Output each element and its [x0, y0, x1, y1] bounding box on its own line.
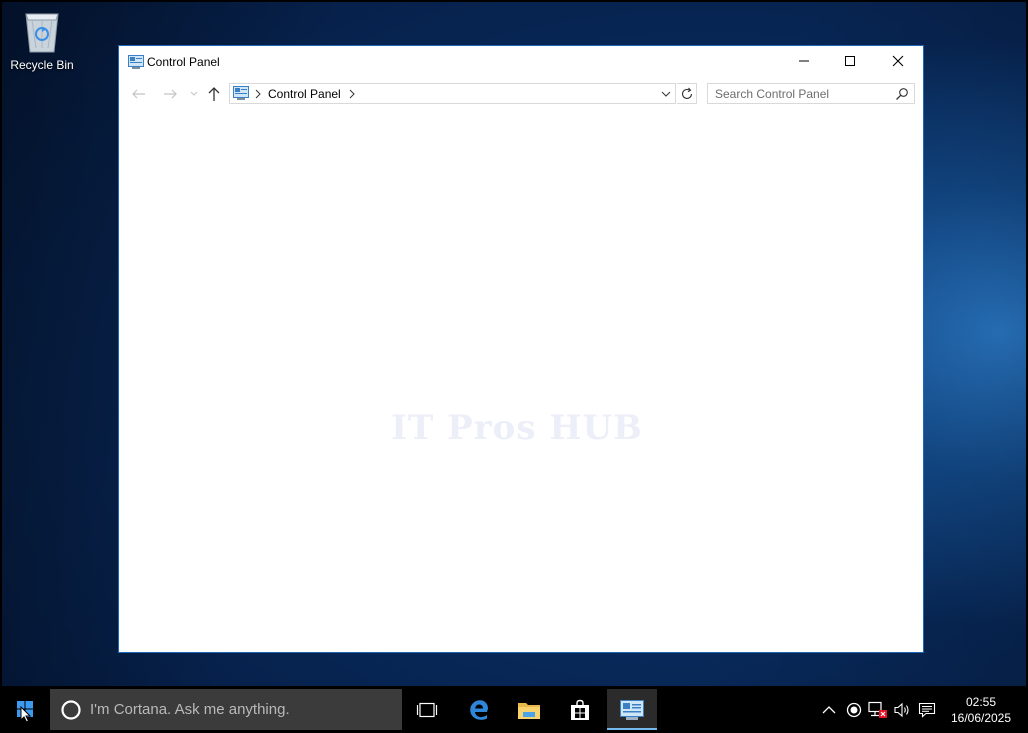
task-view-icon [416, 702, 438, 717]
network-tray-button[interactable] [866, 689, 890, 730]
up-arrow-icon [208, 87, 220, 101]
mouse-cursor-icon [20, 706, 31, 723]
recent-locations-button[interactable] [187, 83, 201, 105]
control-panel-icon [233, 86, 249, 100]
control-panel-taskbar-button[interactable] [607, 689, 657, 730]
action-center-icon [918, 702, 936, 718]
taskbar: 02:55 16/06/2025 [0, 686, 1028, 733]
record-tray-button[interactable] [843, 689, 865, 730]
search-input[interactable] [708, 84, 888, 103]
window-title: Control Panel [147, 55, 220, 69]
network-disconnected-icon [868, 701, 887, 718]
edge-button[interactable] [455, 689, 503, 730]
back-arrow-icon [132, 89, 145, 99]
address-bar[interactable]: Control Panel [229, 83, 676, 104]
close-icon [892, 55, 904, 67]
recycle-bin-label: Recycle Bin [10, 58, 74, 72]
clock-date: 16/06/2025 [950, 710, 1012, 725]
show-hidden-icons-button[interactable] [818, 689, 840, 730]
breadcrumb-separator-icon[interactable] [348, 87, 356, 101]
cortana-input[interactable] [90, 689, 390, 730]
maximize-icon [845, 56, 855, 66]
store-button[interactable] [556, 689, 604, 730]
edge-icon [470, 699, 488, 720]
address-dropdown-button[interactable] [659, 86, 673, 102]
maximize-button[interactable] [827, 46, 873, 76]
task-view-button[interactable] [403, 689, 451, 730]
content-area: IT Pros HUB [119, 108, 923, 652]
minimize-button[interactable] [781, 46, 827, 76]
forward-arrow-icon [164, 89, 177, 99]
close-button[interactable] [875, 46, 921, 76]
file-explorer-icon [518, 702, 540, 719]
forward-button[interactable] [159, 83, 181, 105]
clock[interactable]: 02:55 16/06/2025 [940, 689, 1022, 730]
chevron-down-icon [190, 91, 198, 96]
record-icon [846, 702, 862, 717]
cortana-search-box[interactable] [50, 689, 402, 730]
minimize-icon [799, 60, 809, 62]
breadcrumb-separator-icon[interactable] [254, 87, 262, 101]
action-center-button[interactable] [916, 689, 938, 730]
refresh-icon [681, 87, 692, 99]
navigation-bar: Control Panel [119, 83, 923, 106]
file-explorer-button[interactable] [505, 689, 553, 730]
watermark-text: IT Pros HUB [391, 408, 643, 448]
recycle-bin-icon [25, 13, 59, 53]
volume-icon [894, 702, 909, 717]
clock-time: 02:55 [965, 694, 997, 709]
search-box[interactable] [707, 83, 915, 104]
control-panel-window[interactable]: Control Panel Control Panel Search Contr… [118, 45, 924, 653]
cortana-icon [61, 700, 81, 720]
volume-tray-button[interactable] [892, 689, 914, 730]
store-icon [571, 699, 589, 720]
recycle-bin-shortcut[interactable]: Recycle Bin [6, 8, 78, 72]
breadcrumb-control-panel[interactable]: Control Panel [268, 87, 341, 101]
search-icon[interactable] [895, 87, 909, 101]
title-bar[interactable]: Control Panel [119, 46, 923, 77]
chevron-up-icon [822, 705, 836, 713]
back-button[interactable] [129, 83, 149, 105]
refresh-button[interactable] [677, 83, 697, 104]
control-panel-icon [620, 699, 644, 720]
control-panel-icon [128, 55, 144, 69]
chevron-down-icon [661, 91, 671, 97]
up-button[interactable] [205, 83, 223, 105]
